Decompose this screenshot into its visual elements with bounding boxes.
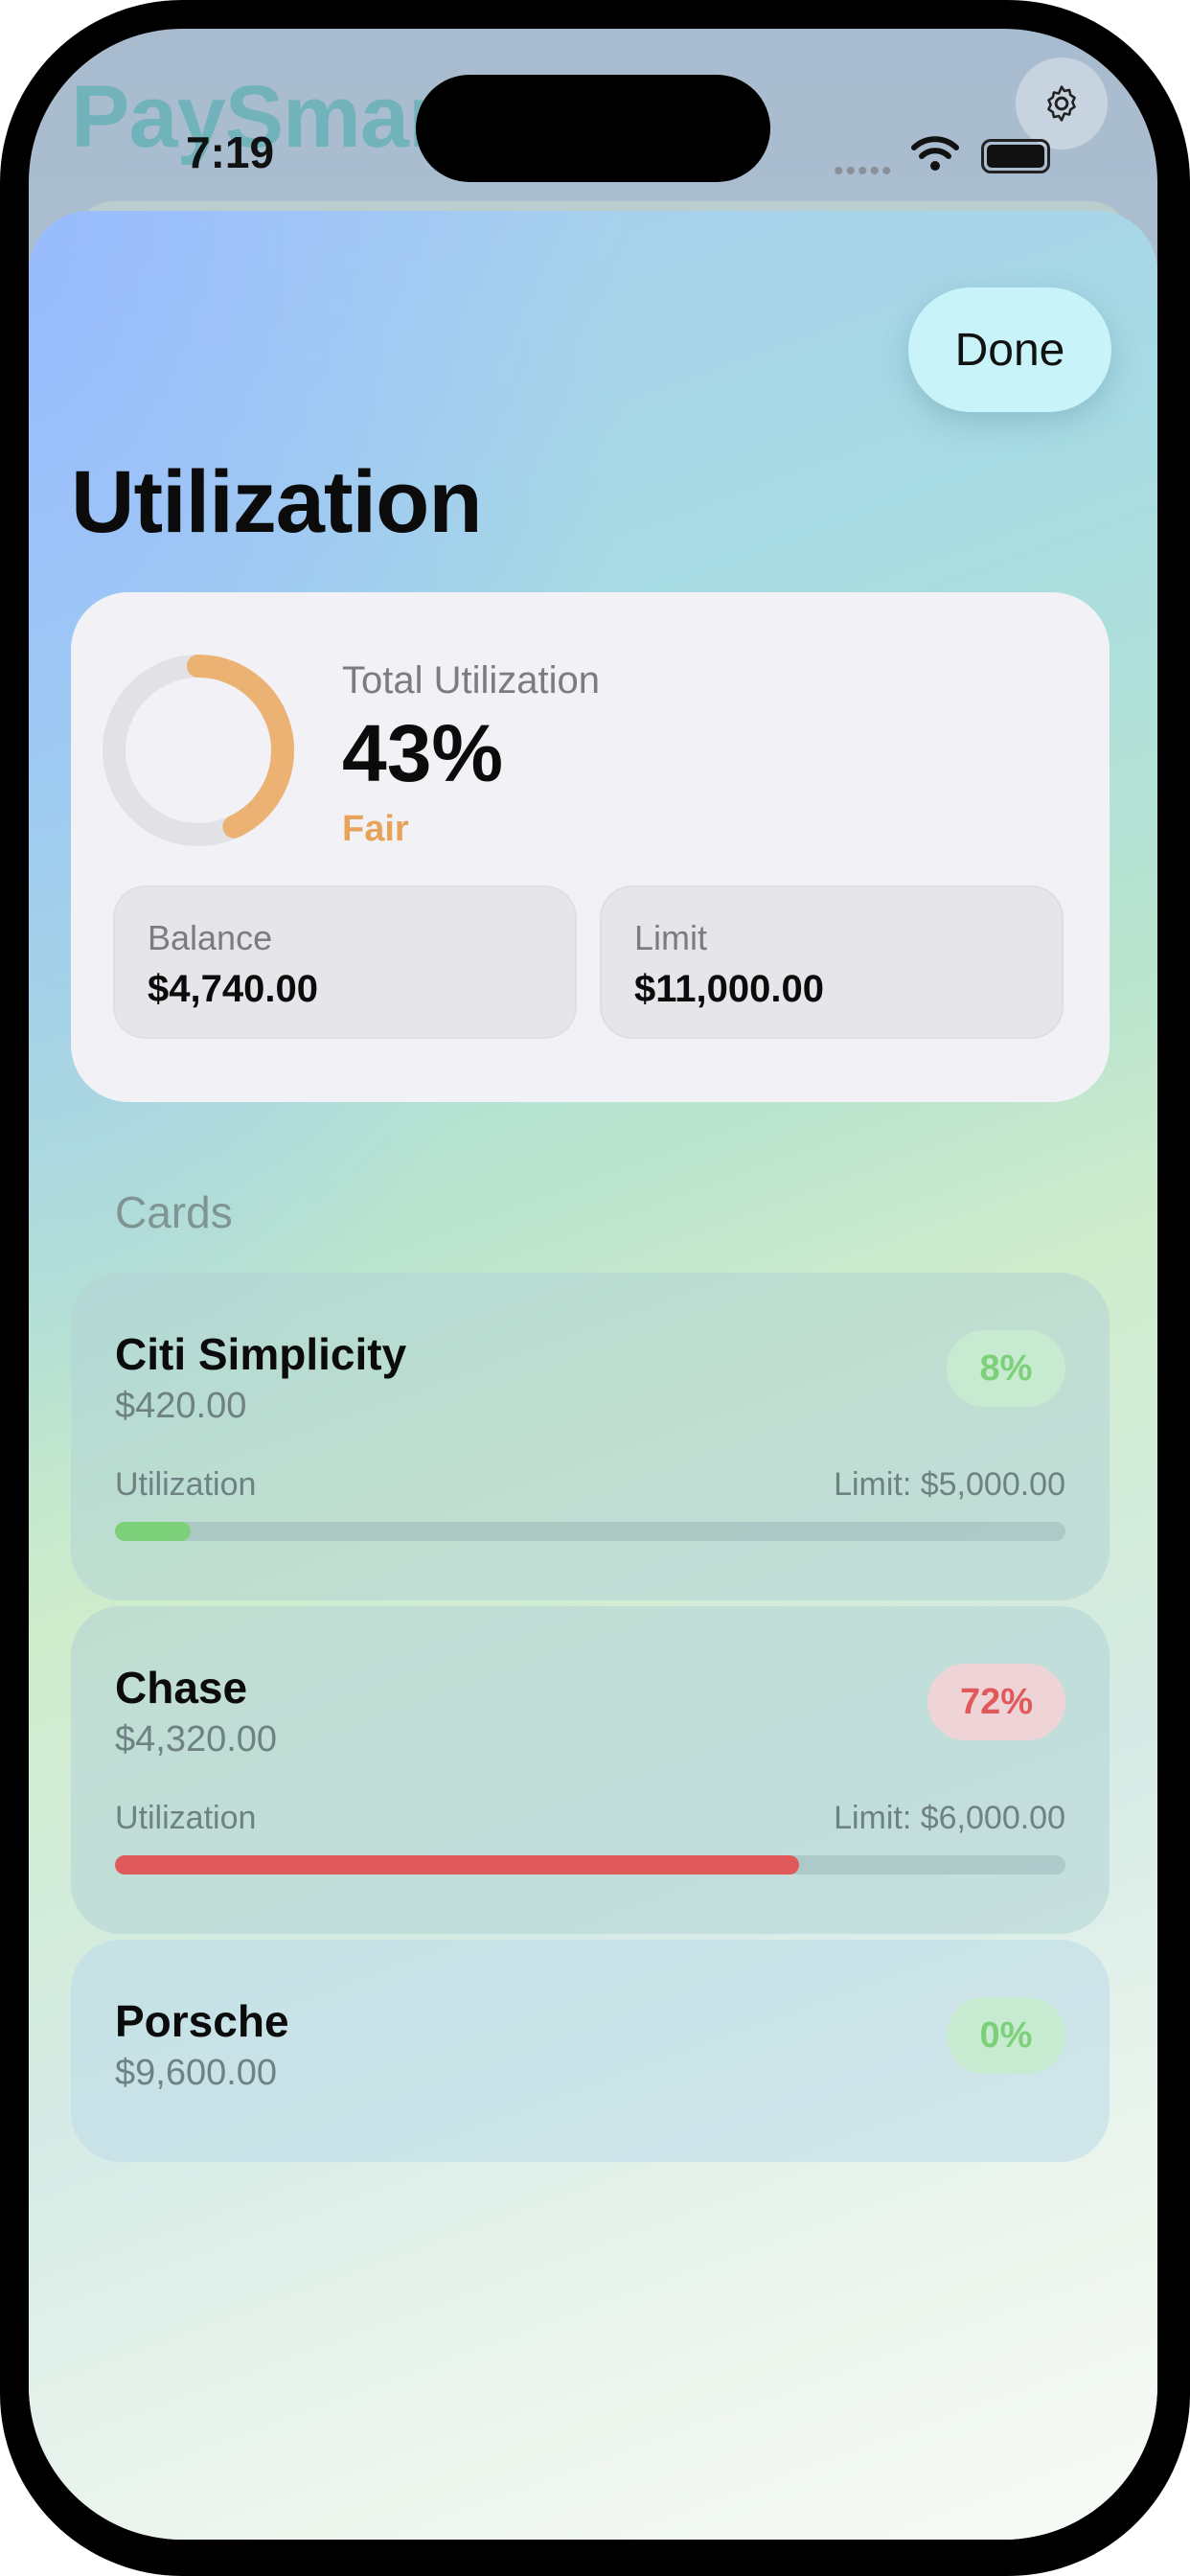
cards-section-header: Cards (115, 1187, 233, 1237)
utilization-status: Fair (342, 809, 409, 849)
balance-box: Balance $4,740.00 (113, 886, 577, 1039)
limit-value: $11,000.00 (634, 968, 824, 1010)
utilization-badge: 72% (927, 1664, 1065, 1740)
card-row-porsche[interactable]: Porsche $9,600.00 0% (71, 1940, 1110, 2162)
card-balance: $4,320.00 (115, 1719, 278, 1760)
total-utilization-value: 43% (342, 708, 504, 798)
done-button[interactable]: Done (908, 288, 1111, 412)
utilization-label: Utilization (115, 1466, 257, 1503)
utilization-bar (115, 1855, 1065, 1874)
total-utilization-card: Total Utilization 43% Fair Balance $4,74… (71, 592, 1110, 1102)
phone-frame: PaySmart 7:19 ••••• Done Utilization Tot… (0, 0, 1190, 2576)
utilization-bar (115, 1522, 1065, 1541)
balance-label: Balance (148, 918, 273, 957)
card-limit: Limit: $6,000.00 (834, 1800, 1065, 1836)
utilization-badge: 8% (947, 1330, 1065, 1407)
settings-button[interactable] (1016, 58, 1108, 150)
balance-value: $4,740.00 (148, 968, 318, 1010)
status-time: 7:19 (186, 127, 275, 177)
utilization-bar-fill (115, 1522, 192, 1541)
card-name: Porsche (115, 1996, 289, 2046)
gear-icon (1047, 85, 1076, 122)
utilization-sheet: Done Utilization Total Utilization 43% F… (29, 211, 1157, 2540)
page-title: Utilization (71, 453, 483, 551)
battery-level (987, 145, 1044, 168)
screen: PaySmart 7:19 ••••• Done Utilization Tot… (29, 29, 1157, 2540)
card-balance: $9,600.00 (115, 2053, 278, 2093)
wifi-icon (911, 136, 959, 171)
signal-dots-icon: ••••• (834, 155, 894, 187)
battery-icon (981, 139, 1050, 173)
utilization-badge: 0% (947, 1997, 1065, 2074)
card-row-citi-simplicity[interactable]: Citi Simplicity $420.00 8% Utilization L… (71, 1273, 1110, 1600)
card-limit: Limit: $5,000.00 (834, 1466, 1065, 1503)
utilization-label: Utilization (115, 1800, 257, 1836)
card-name: Citi Simplicity (115, 1329, 407, 1379)
card-name: Chase (115, 1663, 248, 1713)
total-utilization-label: Total Utilization (342, 659, 601, 702)
limit-label: Limit (634, 918, 708, 957)
utilization-bar-fill (115, 1855, 800, 1874)
utilization-donut (103, 655, 294, 846)
limit-box: Limit $11,000.00 (600, 886, 1064, 1039)
dynamic-island (416, 75, 770, 182)
card-row-chase[interactable]: Chase $4,320.00 72% Utilization Limit: $… (71, 1606, 1110, 1934)
card-balance: $420.00 (115, 1386, 247, 1426)
